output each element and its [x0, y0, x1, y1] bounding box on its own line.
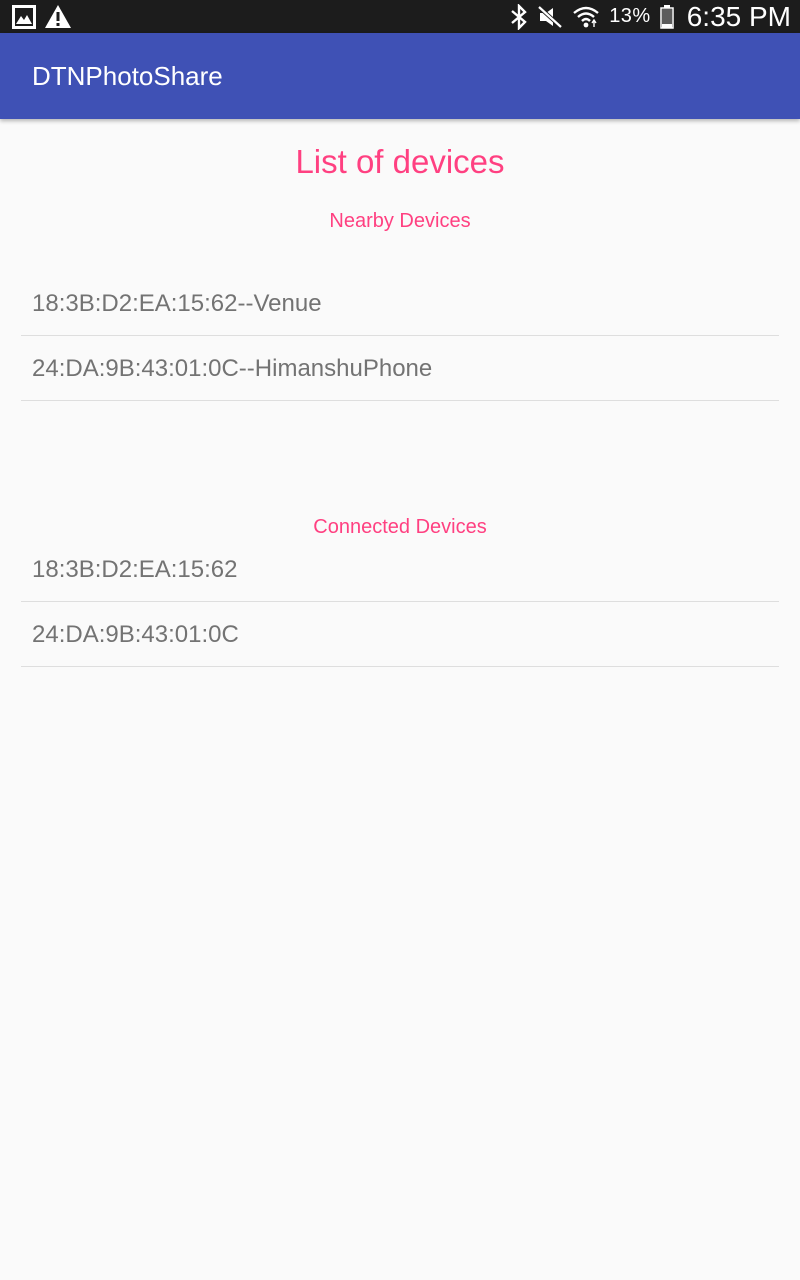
device-label: 24:DA:9B:43:01:0C--HimanshuPhone — [32, 355, 433, 382]
gallery-icon — [12, 4, 36, 29]
status-bar: 13% 6:35 PM — [0, 0, 800, 33]
nearby-devices-heading: Nearby Devices — [329, 210, 471, 232]
nearby-device-row[interactable]: 18:3B:D2:EA:15:62--Venue — [21, 271, 779, 336]
connected-devices-list: 18:3B:D2:EA:15:62 24:DA:9B:43:01:0C — [21, 537, 779, 667]
device-label: 18:3B:D2:EA:15:62--Venue — [32, 290, 322, 317]
wifi-icon — [572, 4, 600, 30]
connected-device-row[interactable]: 18:3B:D2:EA:15:62 — [21, 537, 779, 602]
app-title: DTNPhotoShare — [32, 61, 223, 91]
page-title: List of devices — [295, 143, 505, 180]
nearby-device-row[interactable]: 24:DA:9B:43:01:0C--HimanshuPhone — [21, 336, 779, 401]
warning-icon — [44, 4, 72, 29]
status-bar-notifications — [12, 4, 72, 29]
device-label: 24:DA:9B:43:01:0C — [32, 621, 239, 648]
status-bar-system: 13% 6:35 PM — [510, 0, 791, 33]
connected-device-row[interactable]: 24:DA:9B:43:01:0C — [21, 602, 779, 667]
app-bar: DTNPhotoShare — [0, 33, 800, 119]
clock: 6:35 PM — [686, 0, 791, 32]
main-content: List of devices Nearby Devices 18:3B:D2:… — [0, 119, 800, 1280]
device-label: 18:3B:D2:EA:15:62 — [32, 556, 238, 583]
bluetooth-icon — [510, 3, 528, 30]
battery-percent: 13% — [609, 5, 651, 27]
nearby-devices-list: 18:3B:D2:EA:15:62--Venue 24:DA:9B:43:01:… — [21, 271, 779, 401]
mute-icon — [537, 5, 563, 29]
battery-icon — [659, 4, 674, 29]
